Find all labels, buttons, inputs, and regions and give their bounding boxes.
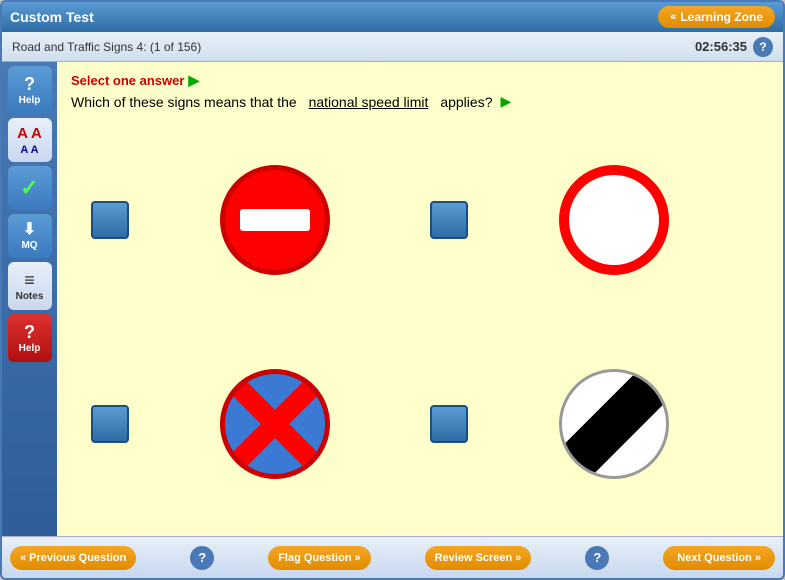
sign-a-container [139,165,410,275]
bottom-bar: « Previous Question ? Flag Question » Re… [2,536,783,578]
answer-b-selector[interactable] [430,201,468,239]
help-bottom-button[interactable]: ? Help [8,314,52,362]
timer: 02:56:35 [695,39,747,54]
next-label: Next Question [677,552,752,564]
previous-question-button[interactable]: « Previous Question [10,546,136,570]
tick-button[interactable]: ✓ [8,166,52,210]
main-area: ? Help A A A A ✓ ⬇ MQ ≡ Notes ? Help [2,62,783,536]
review-chevrons-icon: » [515,552,521,564]
notes-label: Notes [16,291,44,302]
learning-zone-label: Learning Zone [680,10,763,24]
learning-zone-chevrons-left: « [670,11,676,23]
answer-c-selector[interactable] [91,405,129,443]
sign-b-container [478,165,749,275]
content-area: Select one answer ▶ Which of these signs… [57,62,783,536]
next-question-button[interactable]: Next Question » [663,546,775,570]
title-bar: Custom Test « Learning Zone [2,2,783,32]
help-top-label: Help [19,95,41,106]
review-screen-button[interactable]: Review Screen » [425,546,532,570]
help-bottom-icon: ? [24,323,35,341]
answer-c [91,332,410,516]
play-arrow-icon[interactable]: ▶ [188,72,199,89]
mq-button[interactable]: ⬇ MQ [8,214,52,258]
help-top-button[interactable]: ? Help [8,66,52,114]
help-icon-bottom-left[interactable]: ? [190,546,214,570]
font-size-button[interactable]: A A A A [8,118,52,162]
prev-label: Previous Question [29,552,126,564]
prev-chevrons-icon: « [20,552,26,564]
notes-icon: ≡ [24,271,35,289]
no-stopping-x [225,374,325,474]
flag-label: Flag Question [278,552,351,564]
answer-d [430,332,749,516]
answers-grid [71,118,769,526]
subtitle-bar: Road and Traffic Signs 4: (1 of 156) 02:… [2,32,783,62]
notes-button[interactable]: ≡ Notes [8,262,52,310]
next-chevrons-icon: » [755,552,761,564]
aa-large-icon: A A [17,125,42,142]
sign-speed-limit[interactable] [559,165,669,275]
question-text: Which of these signs means that the nati… [71,93,769,110]
sign-national-speed[interactable] [559,369,669,479]
question-header: Select one answer ▶ Which of these signs… [71,72,769,110]
breadcrumb: Road and Traffic Signs 4: (1 of 156) [12,40,201,54]
app-container: Custom Test « Learning Zone Road and Tra… [0,0,785,580]
flag-chevrons-icon: » [355,552,361,564]
review-label: Review Screen [435,552,513,564]
question-play-icon[interactable]: ▶ [500,93,511,110]
select-answer-label: Select one answer ▶ [71,72,769,89]
sign-c-container [139,369,410,479]
answer-d-selector[interactable] [430,405,468,443]
sign-no-entry[interactable] [220,165,330,275]
national-diagonal [559,369,669,479]
flag-question-button[interactable]: Flag Question » [268,546,370,570]
sidebar: ? Help A A A A ✓ ⬇ MQ ≡ Notes ? Help [2,62,57,536]
answer-a [91,128,410,312]
sign-d-container [478,369,749,479]
no-entry-bar [240,209,310,231]
timer-area: 02:56:35 ? [695,37,773,57]
tick-icon: ✓ [20,177,38,199]
mq-arrow-icon: ⬇ [23,222,36,238]
answer-a-selector[interactable] [91,201,129,239]
learning-zone-button[interactable]: « Learning Zone [658,6,775,28]
help-bottom-label: Help [19,343,41,354]
help-top-icon: ? [24,75,35,93]
answer-b [430,128,749,312]
sign-no-stopping[interactable] [220,369,330,479]
app-title: Custom Test [10,9,94,25]
help-icon-subtitle[interactable]: ? [753,37,773,57]
help-icon-bottom-right[interactable]: ? [585,546,609,570]
aa-small-icon: A A [20,144,38,156]
mq-label: MQ [21,240,37,251]
